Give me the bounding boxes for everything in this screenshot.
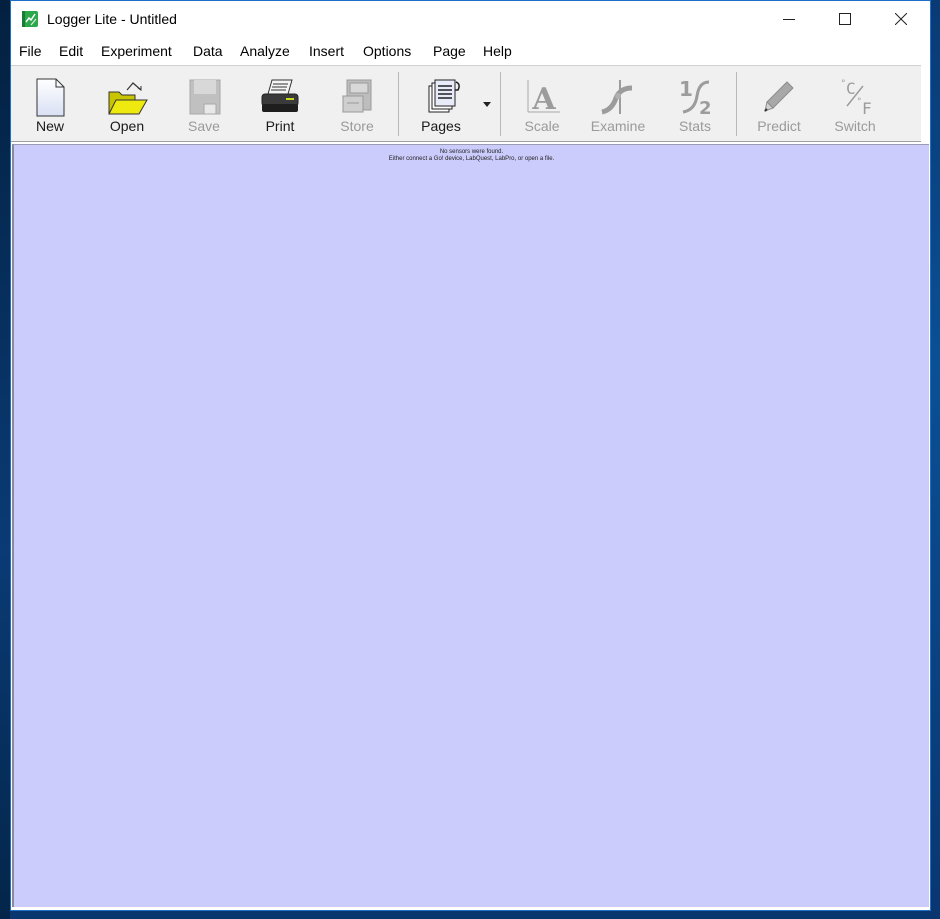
predict-button[interactable]: Predict [744,66,814,140]
open-label: Open [109,118,145,134]
stats-label: Stats [679,118,711,134]
open-button[interactable]: Open [92,66,162,140]
pages-button[interactable]: Pages [406,66,476,140]
new-label: New [35,118,64,134]
svg-text:2: 2 [699,98,712,118]
minimize-icon [783,19,795,20]
statistics-icon: 1 2 [679,77,712,118]
content-bottom-border [12,907,929,909]
open-folder-icon [108,82,148,115]
save-label: Save [188,118,220,134]
print-label: Print [265,118,295,134]
svg-text:F: F [862,99,872,118]
title-bar[interactable]: Logger Lite - Untitled [11,1,930,39]
toolbar: New Open Save Print Store Pages A Scale … [11,65,921,142]
save-disk-icon [189,79,221,115]
connect-device-message: Either connect a Go! device, LabQuest, L… [388,156,555,162]
store-label: Store [340,118,374,134]
menu-file[interactable]: File [19,43,42,59]
new-document-icon [36,78,65,117]
no-sensors-message: No sensors were found. [439,149,504,155]
minimize-button[interactable] [766,1,812,37]
autoscale-icon: A [527,80,560,117]
pages-icon [428,79,460,113]
new-button[interactable]: New [15,66,85,140]
logger-lite-app-icon [22,11,38,27]
svg-text:°: ° [841,79,846,89]
menu-edit[interactable]: Edit [59,43,83,59]
menu-options[interactable]: Options [363,43,411,59]
svg-text:A: A [531,82,556,117]
scale-label: Scale [524,118,560,134]
pages-dropdown-arrow[interactable] [483,102,491,107]
svg-text:°: ° [857,97,862,107]
examine-label: Examine [590,118,646,134]
switch-button[interactable]: ° C ° F Switch [820,66,890,140]
print-button[interactable]: Print [245,66,315,140]
toolbar-separator [500,72,501,136]
menu-help[interactable]: Help [483,43,512,59]
menu-bar: File Edit Experiment Data Analyze Insert… [11,39,930,65]
celsius-fahrenheit-icon: ° C ° F [841,79,872,118]
store-button[interactable]: Store [322,66,392,140]
desktop-background [0,0,10,919]
predict-label: Predict [757,118,801,134]
maximize-icon [839,13,851,25]
menu-page[interactable]: Page [433,43,466,59]
switch-label: Switch [834,118,876,134]
file-cabinet-icon [342,79,372,113]
maximize-button[interactable] [822,1,868,37]
app-window: Logger Lite - Untitled File Edit Experim… [10,0,931,911]
svg-text:1: 1 [679,77,693,101]
menu-analyze[interactable]: Analyze [240,43,290,59]
close-button[interactable] [878,1,924,37]
menu-insert[interactable]: Insert [309,43,344,59]
scale-button[interactable]: A Scale [507,66,577,140]
menu-data[interactable]: Data [193,43,223,59]
window-title: Logger Lite - Untitled [47,11,177,27]
svg-text:C: C [846,79,856,98]
examine-icon [601,80,633,115]
pencil-icon [764,81,794,112]
save-button[interactable]: Save [169,66,239,140]
pages-label: Pages [421,118,461,134]
toolbar-separator [398,72,399,136]
stats-button[interactable]: 1 2 Stats [660,66,730,140]
printer-icon [261,79,299,112]
toolbar-separator [736,72,737,136]
menu-experiment[interactable]: Experiment [101,43,172,59]
close-icon [895,13,907,25]
main-content-area[interactable]: No sensors were found. Either connect a … [12,144,929,908]
examine-button[interactable]: Examine [583,66,653,140]
